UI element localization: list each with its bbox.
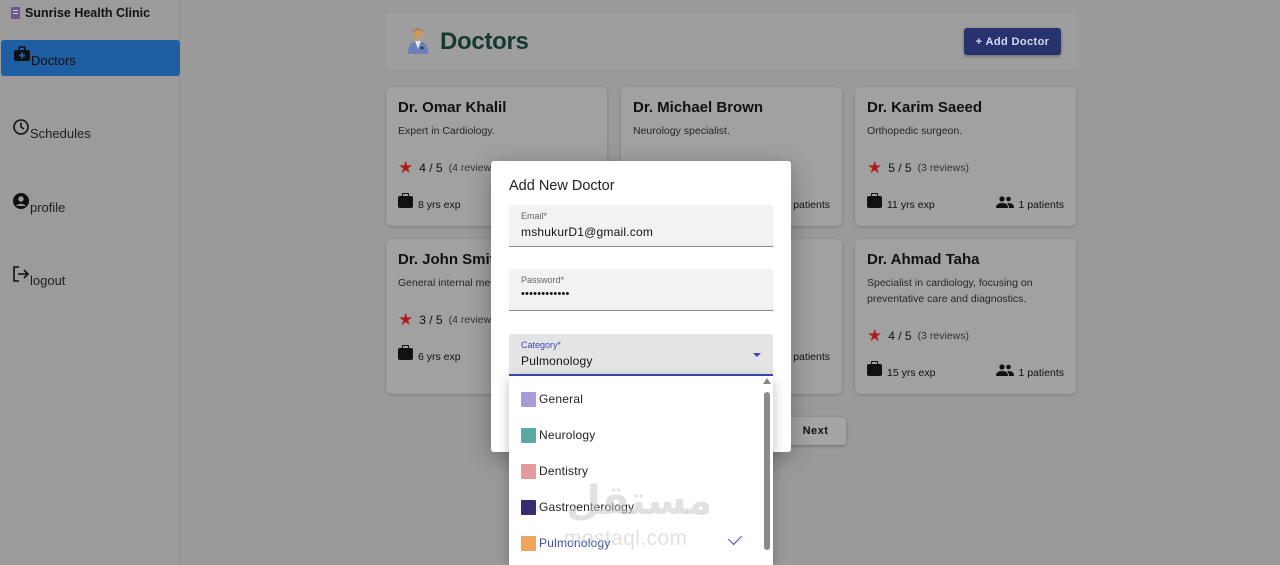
sidebar-item-logout[interactable]: logout	[0, 260, 180, 296]
briefcase-icon	[398, 193, 413, 208]
sidebar-item-label: Doctors	[31, 52, 76, 68]
experience-value: 11 yrs exp	[887, 199, 935, 211]
account-circle-icon	[12, 192, 30, 210]
doctor-rating: ★ 5 / 5 (3 reviews)	[867, 158, 969, 177]
dropdown-option-general[interactable]: General	[509, 381, 761, 417]
medical-bag-icon	[13, 45, 31, 63]
rating-value: 3 / 5	[419, 313, 443, 327]
experience-value: 15 yrs exp	[887, 367, 936, 379]
logout-icon	[12, 265, 30, 283]
option-label: Pulmonology	[539, 536, 611, 550]
gastroenterology-category-icon	[521, 499, 536, 515]
scroll-thumb[interactable]	[764, 392, 770, 550]
doctor-experience: 8 yrs exp	[398, 193, 461, 211]
doctor-description: Expert in Cardiology.	[398, 125, 495, 137]
rating-value: 5 / 5	[888, 161, 912, 175]
dropdown-scrollbar[interactable]	[763, 378, 771, 565]
password-value: ••••••••••••	[521, 288, 570, 300]
star-icon: ★	[867, 326, 883, 345]
pulmonology-category-icon	[521, 535, 536, 551]
dropdown-option-pulmonology[interactable]: Pulmonology	[509, 525, 761, 561]
patients-value: 1 patients	[1018, 367, 1064, 379]
doctor-experience: 6 yrs exp	[398, 345, 461, 363]
sidebar-item-schedules[interactable]: Schedules	[0, 113, 180, 149]
doctor-card[interactable]: Dr. Ahmad Taha Specialist in cardiology,…	[855, 239, 1076, 394]
briefcase-icon	[867, 193, 882, 208]
add-doctor-button[interactable]: + Add Doctor	[964, 28, 1061, 55]
email-field[interactable]: Email* mshukurD1@gmail.com	[509, 205, 773, 247]
doctor-rating: ★ 4 / 5 (3 reviews)	[867, 326, 969, 345]
doctor-description: Specialist in cardiology, focusing on pr…	[867, 277, 1033, 305]
sidebar-item-label: profile	[30, 199, 66, 215]
briefcase-icon	[398, 345, 413, 360]
experience-value: 6 yrs exp	[418, 351, 461, 363]
dropdown-option-neurology[interactable]: Neurology	[509, 417, 761, 453]
category-label: Category*	[521, 340, 562, 350]
dropdown-option-dentistry[interactable]: Dentistry	[509, 453, 761, 489]
option-label: General	[539, 392, 584, 406]
next-page-button[interactable]: Next	[785, 417, 846, 445]
option-label: Dentistry	[539, 464, 589, 478]
doctor-name: Dr. Omar Khalil	[398, 99, 507, 116]
sidebar-item-label: logout	[30, 272, 66, 288]
review-count: (3 reviews)	[917, 162, 969, 174]
doctor-name: Dr. Karim Saeed	[867, 99, 983, 116]
dentistry-category-icon	[521, 463, 536, 479]
clock-icon	[12, 118, 30, 136]
doctor-card[interactable]: Dr. Karim Saeed Orthopedic surgeon. ★ 5 …	[855, 87, 1076, 226]
option-label: Gastroenterology	[539, 500, 635, 514]
sidebar-item-label: Schedules	[30, 125, 91, 141]
doctor-patients: 1 patients	[996, 196, 1064, 211]
doctor-experience: 11 yrs exp	[867, 193, 935, 211]
check-icon	[727, 530, 743, 546]
doctor-patients: patients	[793, 199, 830, 211]
patients-value: patients	[793, 199, 830, 211]
experience-value: 8 yrs exp	[418, 199, 461, 211]
page-header: Doctors + Add Doctor	[386, 13, 1077, 71]
review-count: (3 reviews)	[917, 330, 969, 342]
password-field[interactable]: Password* ••••••••••••	[509, 269, 773, 311]
brand: Sunrise Health Clinic	[11, 6, 150, 20]
star-icon: ★	[398, 158, 414, 177]
doctor-experience: 15 yrs exp	[867, 361, 936, 379]
rating-value: 4 / 5	[419, 161, 443, 175]
category-select[interactable]: Category* Pulmonology	[509, 334, 773, 376]
people-icon	[996, 196, 1015, 208]
star-icon: ★	[398, 310, 414, 329]
page-title: Doctors	[440, 28, 529, 55]
doctor-description: Neurology specialist.	[633, 125, 730, 137]
doctor-rating: ★ 4 / 5 (4 reviews)	[398, 158, 500, 177]
option-label: Neurology	[539, 428, 596, 442]
email-label: Email*	[521, 211, 548, 221]
brand-name: Sunrise Health Clinic	[25, 6, 151, 20]
doctor-name: Dr. Ahmad Taha	[867, 251, 980, 268]
password-label: Password*	[521, 275, 565, 285]
doctor-icon	[406, 27, 430, 55]
category-value: Pulmonology	[521, 354, 593, 368]
neurology-category-icon	[521, 427, 536, 443]
people-icon	[996, 364, 1015, 376]
doctor-patients: patients	[793, 351, 830, 363]
dialog-title: Add New Doctor	[509, 178, 615, 194]
doctor-description: Orthopedic surgeon.	[867, 125, 963, 137]
scroll-up-arrow-icon[interactable]	[763, 378, 771, 384]
hospital-icon	[11, 7, 20, 19]
sidebar-item-profile[interactable]: profile	[0, 187, 180, 223]
doctor-name: Dr. Michael Brown	[633, 99, 764, 116]
briefcase-icon	[867, 361, 882, 376]
star-icon: ★	[867, 158, 883, 177]
general-category-icon	[521, 391, 536, 407]
category-dropdown: General Neurology Dentistry Gastroentero…	[509, 376, 773, 565]
chevron-down-icon	[753, 353, 761, 357]
rating-value: 4 / 5	[888, 329, 912, 343]
sidebar: Sunrise Health Clinic Doctors Schedules …	[0, 0, 180, 565]
doctor-rating: ★ 3 / 5 (4 reviews)	[398, 310, 500, 329]
patients-value: patients	[793, 351, 830, 363]
dropdown-option-gastroenterology[interactable]: Gastroenterology	[509, 489, 761, 525]
sidebar-item-doctors[interactable]: Doctors	[1, 40, 180, 76]
doctor-patients: 1 patients	[996, 364, 1064, 379]
email-value: mshukurD1@gmail.com	[521, 225, 654, 239]
patients-value: 1 patients	[1018, 199, 1064, 211]
doctor-name: Dr. John Smith	[398, 251, 504, 268]
